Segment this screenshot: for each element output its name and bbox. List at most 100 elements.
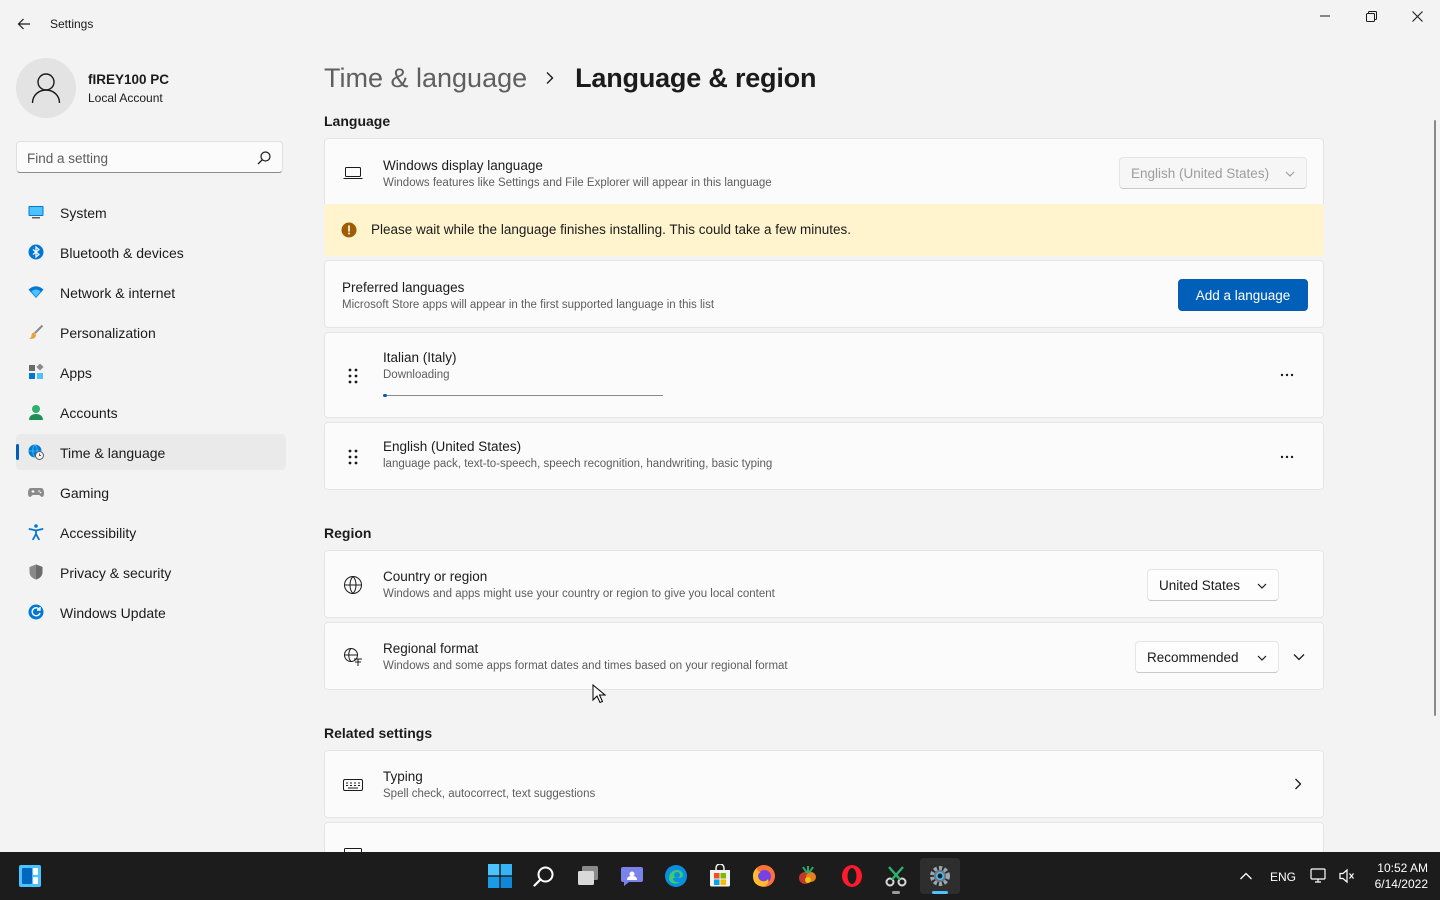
sidebar-item-label: Personalization	[60, 325, 156, 341]
sidebar-item-label: Windows Update	[60, 605, 166, 621]
volume-button[interactable]	[1332, 858, 1362, 894]
page-title: Language & region	[575, 62, 817, 93]
person-icon	[31, 73, 61, 104]
language-more-button[interactable]	[1269, 441, 1305, 473]
scrollbar[interactable]	[1434, 120, 1436, 716]
typing-title: Typing	[383, 769, 423, 784]
game-app-button[interactable]	[788, 858, 828, 894]
task-view-button[interactable]	[568, 858, 608, 894]
globe-icon	[344, 576, 362, 594]
sidebar-item-accounts[interactable]: Accounts	[16, 394, 286, 430]
regional-format-card[interactable]: Regional format Windows and some apps fo…	[324, 622, 1324, 690]
breadcrumb-parent[interactable]: Time & language	[324, 63, 527, 94]
country-region-card: Country or region Windows and apps might…	[324, 550, 1324, 618]
sidebar-item-network[interactable]: Network & internet	[16, 274, 286, 310]
sidebar-item-label: Apps	[60, 365, 92, 381]
windows-logo-icon	[488, 864, 512, 888]
sidebar-item-label: Accounts	[60, 405, 118, 421]
add-language-button[interactable]: Add a language	[1178, 279, 1308, 311]
preferred-languages-title: Preferred languages	[342, 280, 465, 295]
language-more-button[interactable]	[1269, 359, 1305, 391]
language-status: language pack, text-to-speech, speech re…	[383, 458, 773, 470]
opera-button[interactable]	[832, 858, 872, 894]
warning-icon	[341, 222, 357, 238]
language-item: Italian (Italy) Downloading	[324, 332, 1324, 418]
sidebar-item-gaming[interactable]: Gaming	[16, 474, 286, 510]
task-view-icon	[578, 866, 598, 885]
mouse-cursor-icon	[592, 684, 606, 704]
warning-text: Please wait while the language finishes …	[371, 222, 852, 237]
country-dropdown[interactable]: United States	[1147, 569, 1279, 601]
regional-format-icon	[344, 648, 362, 666]
section-title-related: Related settings	[324, 725, 433, 741]
back-button[interactable]	[8, 8, 40, 40]
chat-icon	[621, 867, 643, 886]
firefox-button[interactable]	[744, 858, 784, 894]
regional-format-value: Recommended	[1147, 649, 1239, 665]
edge-button[interactable]	[656, 858, 696, 894]
bluetooth-icon	[28, 244, 44, 260]
taskbar-clock[interactable]: 10:52 AM 6/14/2022	[1360, 860, 1428, 892]
regional-format-expand-button[interactable]	[1285, 645, 1313, 669]
widgets-button[interactable]	[10, 858, 50, 894]
drag-handle-icon[interactable]	[347, 448, 359, 466]
restore-icon	[1365, 10, 1377, 22]
settings-app-button[interactable]	[920, 858, 960, 894]
sidebar-item-label: Gaming	[60, 485, 110, 501]
snipping-icon	[885, 866, 907, 887]
typing-card[interactable]: Typing Spell check, autocorrect, text su…	[324, 750, 1324, 818]
network-status-button[interactable]	[1302, 858, 1336, 894]
sidebar-item-windows-update[interactable]: Windows Update	[16, 594, 286, 630]
regional-format-dropdown[interactable]: Recommended	[1135, 641, 1279, 673]
more-icon	[1280, 373, 1294, 377]
restore-button[interactable]	[1348, 0, 1394, 32]
preferred-languages-subtitle: Microsoft Store apps will appear in the …	[342, 299, 715, 311]
display-language-value: English (United States)	[1131, 165, 1270, 181]
profile-name: fIREY100 PC	[88, 72, 170, 87]
preferred-languages-card: Preferred languages Microsoft Store apps…	[324, 260, 1324, 328]
search-button[interactable]	[524, 858, 564, 894]
tray-overflow-button[interactable]	[1228, 858, 1264, 894]
clock-date: 6/14/2022	[1374, 877, 1428, 891]
country-region-title: Country or region	[383, 569, 488, 584]
chevron-down-icon	[1257, 655, 1267, 661]
download-progress-bar	[383, 394, 663, 397]
system-icon	[28, 206, 44, 219]
profile-account-type: Local Account	[88, 91, 163, 105]
store-button[interactable]	[700, 858, 740, 894]
sidebar-item-system[interactable]: System	[16, 194, 286, 230]
accessibility-icon	[28, 524, 44, 540]
opera-icon	[842, 865, 862, 887]
shield-icon	[29, 564, 43, 580]
sidebar-item-label: Bluetooth & devices	[60, 245, 184, 261]
sidebar-nav: System Bluetooth & devices Network & int…	[16, 194, 286, 634]
sidebar-item-privacy[interactable]: Privacy & security	[16, 554, 286, 590]
minimize-icon	[1320, 15, 1330, 17]
drag-handle-icon[interactable]	[347, 367, 359, 385]
search-icon[interactable]	[256, 150, 272, 166]
language-name: English (United States)	[383, 439, 522, 454]
minimize-button[interactable]	[1302, 0, 1348, 32]
sidebar-item-accessibility[interactable]: Accessibility	[16, 514, 286, 550]
search-box[interactable]	[16, 141, 283, 173]
sidebar-item-time-language[interactable]: Time & language	[16, 434, 286, 470]
firefox-icon	[753, 865, 775, 887]
sidebar-item-personalization[interactable]: Personalization	[16, 314, 286, 350]
snipping-app-button[interactable]	[876, 858, 916, 894]
brush-icon	[29, 324, 44, 339]
input-language-indicator[interactable]: ENG	[1270, 870, 1296, 884]
user-profile[interactable]: fIREY100 PC Local Account	[16, 58, 286, 118]
start-button[interactable]	[480, 858, 520, 894]
display-language-dropdown[interactable]: English (United States)	[1119, 157, 1307, 189]
breadcrumb: Time & language Language & region	[324, 58, 816, 98]
search-icon	[533, 866, 554, 887]
language-status: Downloading	[383, 369, 450, 381]
sidebar-item-apps[interactable]: Apps	[16, 354, 286, 390]
search-input[interactable]	[27, 148, 247, 168]
regional-format-subtitle: Windows and some apps format dates and t…	[383, 660, 788, 672]
store-icon	[710, 864, 730, 887]
teams-chat-button[interactable]	[612, 858, 652, 894]
close-button[interactable]	[1394, 0, 1440, 32]
sidebar-item-bluetooth[interactable]: Bluetooth & devices	[16, 234, 286, 270]
sidebar-item-label: Time & language	[60, 445, 166, 461]
